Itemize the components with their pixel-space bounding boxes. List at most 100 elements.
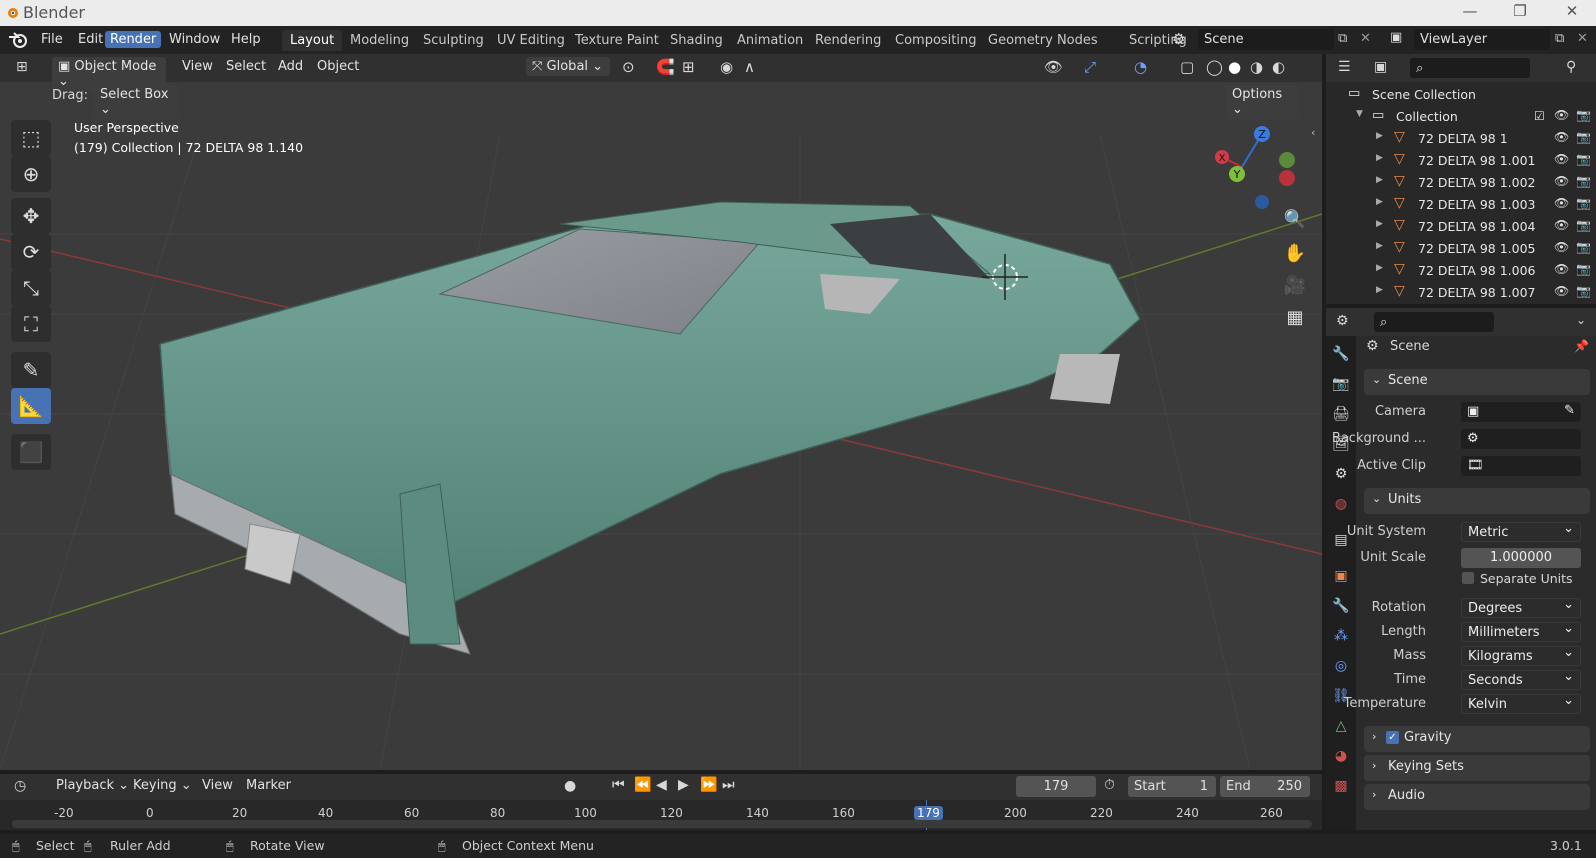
world-tab-icon[interactable]: ◍ (1331, 496, 1351, 516)
scale-tool[interactable]: ⤡ (11, 270, 51, 306)
3d-viewport[interactable]: ⊞ ▣ Object Mode ⌄ View Select Add Object… (0, 54, 1322, 770)
proportional-edit-icon[interactable]: ◉ (720, 58, 733, 76)
start-frame-field[interactable]: Start 1 (1128, 776, 1216, 797)
tab-texture-paint[interactable]: Texture Paint (567, 30, 667, 51)
snap-icon[interactable]: 🧲 (656, 58, 675, 76)
falloff-icon[interactable]: ∧ (744, 58, 755, 76)
eye-icon[interactable]: 👁 (1554, 152, 1569, 166)
scene-panel-header[interactable]: ⌄ Scene (1364, 369, 1590, 395)
menu-render[interactable]: Render (105, 31, 162, 48)
unit-scale-field[interactable]: 1.000000 (1461, 548, 1581, 568)
auto-keying-icon[interactable]: ● (564, 778, 576, 794)
material-shading-icon[interactable]: ◑ (1250, 58, 1263, 76)
exclude-checkbox[interactable]: ☑ (1534, 109, 1545, 123)
gravity-checkbox[interactable]: ✓ (1386, 731, 1399, 744)
mass-dropdown[interactable]: Kilograms (1461, 645, 1581, 666)
units-panel-header[interactable]: ⌄ Units (1364, 488, 1590, 514)
pivot-point-icon[interactable]: ⊙ (622, 58, 635, 76)
tab-geometry-nodes[interactable]: Geometry Nodes (980, 30, 1106, 51)
play-reverse-icon[interactable]: ◀ (656, 777, 667, 793)
current-frame-field[interactable]: 179 (1016, 776, 1096, 797)
jump-end-icon[interactable]: ⏭ (722, 777, 735, 793)
rendered-shading-icon[interactable]: ◐ (1272, 58, 1285, 76)
pan-button[interactable]: ✋ (1280, 238, 1310, 268)
viewlayer-icon[interactable]: ▣ (1390, 30, 1402, 45)
outliner-object-row[interactable]: ▶ ▽ 72 DELTA 98 1.004 👁 📷 (1326, 216, 1596, 238)
camera-icon[interactable]: 📷 (1576, 262, 1591, 276)
menu-view[interactable]: View (182, 59, 213, 74)
playback-menu[interactable]: Playback ⌄ (56, 778, 129, 793)
outliner-collection[interactable]: ▼ ▭ Collection ☑ 👁 📷 (1326, 106, 1596, 128)
tool-tab-icon[interactable]: 🔧 (1331, 346, 1351, 366)
timeline-editor-icon[interactable]: ◷ (14, 778, 26, 794)
temperature-dropdown[interactable]: Kelvin (1461, 693, 1581, 714)
eyedropper-icon[interactable]: ✎ (1564, 403, 1575, 418)
display-mode-icon[interactable]: ▣ (1374, 59, 1387, 75)
unit-system-dropdown[interactable]: Metric (1461, 521, 1581, 542)
sidebar-toggle-icon[interactable]: ‹ (1311, 126, 1315, 139)
camera-icon[interactable]: 📷 (1576, 218, 1591, 232)
minimize-button[interactable]: — (1455, 2, 1485, 20)
camera-icon[interactable]: 📷 (1576, 152, 1591, 166)
eye-icon[interactable]: 👁 (1554, 240, 1569, 254)
keying-menu[interactable]: Keying ⌄ (133, 778, 192, 793)
timeline-scrollbar[interactable] (12, 820, 1312, 828)
expand-icon[interactable]: ▶ (1376, 285, 1383, 295)
transform-tool[interactable]: ⛶ (11, 306, 51, 342)
wireframe-shading-icon[interactable]: ◯ (1206, 58, 1223, 76)
outliner-object-row[interactable]: ▶ ▽ 72 DELTA 98 1.002 👁 📷 (1326, 172, 1596, 194)
tab-sculpting[interactable]: Sculpting (415, 30, 492, 51)
eye-icon[interactable]: 👁 (1554, 262, 1569, 276)
marker-menu[interactable]: Marker (246, 778, 291, 793)
delete-viewlayer-icon[interactable]: ✕ (1577, 31, 1588, 46)
properties-options-icon[interactable]: ⌄ (1576, 313, 1586, 327)
scene-field[interactable]: Scene (1198, 29, 1334, 50)
camera-icon[interactable]: 📷 (1576, 196, 1591, 210)
new-scene-icon[interactable]: ⧉ (1338, 31, 1347, 46)
camera-view-button[interactable]: 🎥 (1280, 270, 1310, 300)
outliner-search-input[interactable]: ⌕ (1410, 58, 1530, 78)
gravity-panel-header[interactable]: › ✓ Gravity (1364, 726, 1590, 752)
editor-type-icon[interactable]: ⊞ (16, 59, 28, 75)
menu-file[interactable]: File (36, 31, 68, 48)
length-dropdown[interactable]: Millimeters (1461, 621, 1581, 642)
time-dropdown[interactable]: Seconds (1461, 669, 1581, 690)
transform-orientation-dropdown[interactable]: ⤧ Global ⌄ (526, 57, 610, 76)
properties-search-input[interactable]: ⌕ (1374, 312, 1494, 332)
visibility-icon[interactable]: 👁 (1044, 58, 1063, 76)
camera-icon[interactable]: 📷 (1576, 284, 1591, 298)
camera-field[interactable]: ▣ ✎ (1461, 402, 1581, 422)
new-viewlayer-icon[interactable]: ⧉ (1555, 31, 1564, 46)
drag-select-box-dropdown[interactable]: Select Box ⌄ (94, 85, 178, 119)
expand-icon[interactable]: ▶ (1376, 219, 1383, 229)
overlays-icon[interactable]: ◔ (1134, 58, 1147, 76)
scene-selector-icon[interactable]: ⚙ (1172, 30, 1185, 48)
eye-icon[interactable]: 👁 (1554, 174, 1569, 188)
expand-icon[interactable]: ▶ (1376, 153, 1383, 163)
snap-target-icon[interactable]: ⊞ (682, 58, 695, 76)
perspective-toggle-button[interactable]: ▦ (1280, 302, 1310, 332)
menu-object[interactable]: Object (317, 59, 359, 74)
expand-icon[interactable]: ▶ (1376, 131, 1383, 141)
properties-editor-icon[interactable]: ⚙ (1336, 313, 1349, 329)
expand-icon[interactable]: ▼ (1356, 109, 1363, 119)
outliner-object-row[interactable]: ▶ ▽ 72 DELTA 98 1.005 👁 📷 (1326, 238, 1596, 260)
menu-window[interactable]: Window (164, 31, 225, 48)
end-frame-field[interactable]: End 250 (1220, 776, 1310, 797)
options-dropdown[interactable]: Options ⌄ (1226, 85, 1298, 119)
blender-menu-icon[interactable] (8, 31, 28, 49)
expand-icon[interactable]: ▶ (1376, 197, 1383, 207)
menu-help[interactable]: Help (226, 31, 266, 48)
play-icon[interactable]: ▶ (678, 777, 689, 793)
menu-add[interactable]: Add (278, 59, 303, 74)
measure-tool[interactable]: 📐 (11, 388, 51, 424)
xray-icon[interactable]: ▢ (1180, 58, 1194, 76)
background-field[interactable]: ⚙ (1461, 429, 1581, 449)
tab-rendering[interactable]: Rendering (807, 30, 889, 51)
rotation-dropdown[interactable]: Degrees (1461, 597, 1581, 618)
eye-icon[interactable]: 👁 (1554, 130, 1569, 144)
camera-icon[interactable]: 📷 (1576, 130, 1591, 144)
tab-animation[interactable]: Animation (729, 30, 811, 51)
material-tab-icon[interactable]: ◕ (1331, 748, 1351, 768)
rotate-tool[interactable]: ⟳ (11, 234, 51, 270)
